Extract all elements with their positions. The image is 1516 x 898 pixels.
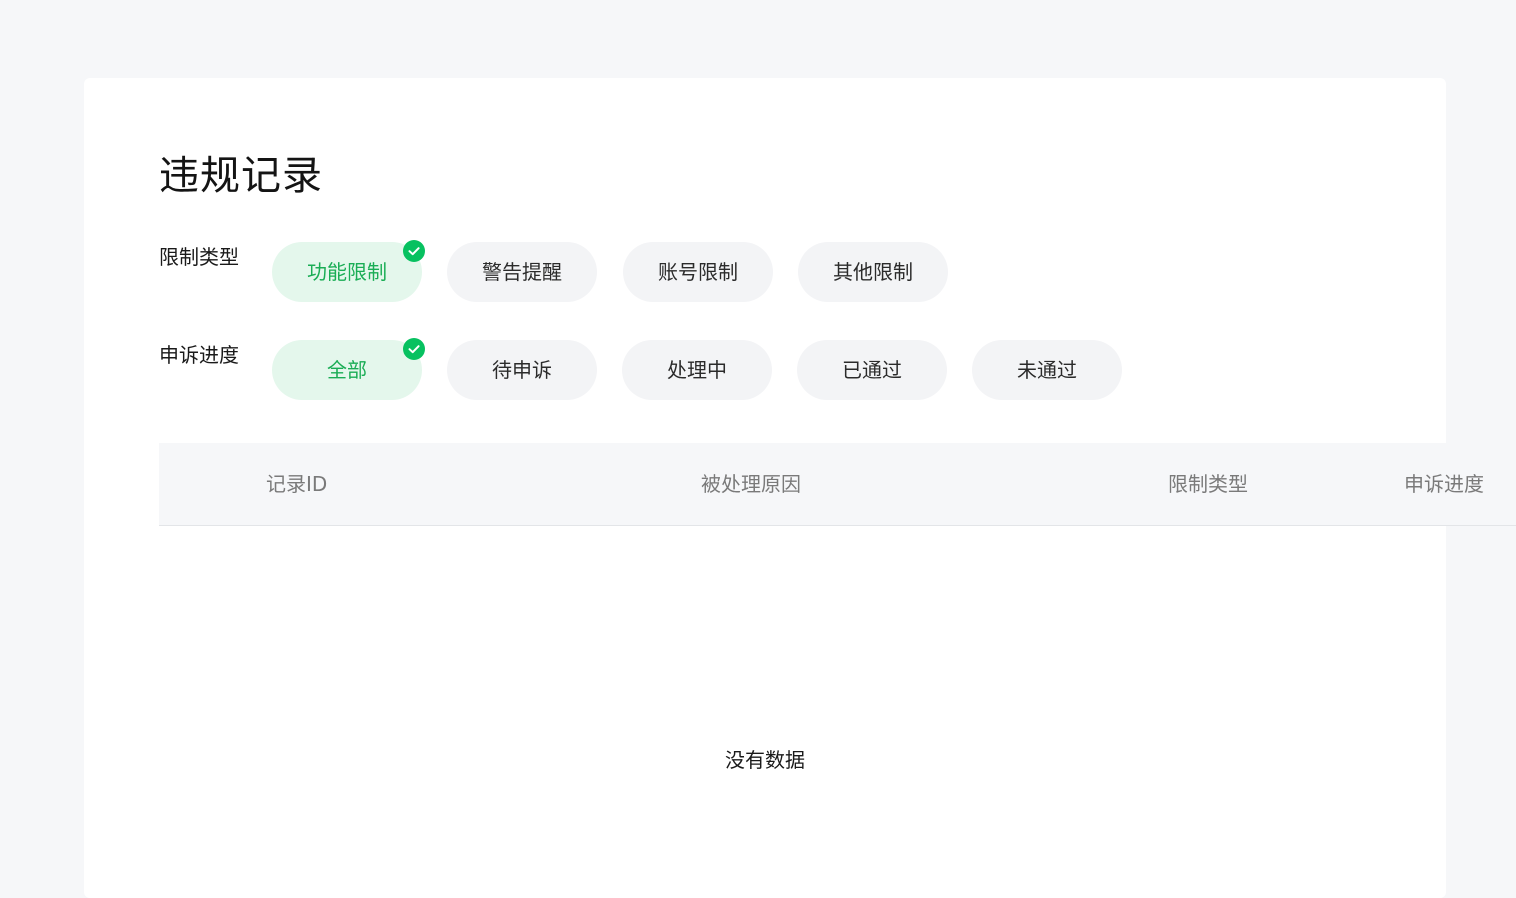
chip-label: 全部 bbox=[327, 358, 367, 382]
chip-all[interactable]: 全部 bbox=[272, 338, 425, 400]
check-circle-icon bbox=[403, 240, 425, 262]
chip-function-restriction[interactable]: 功能限制 bbox=[272, 240, 425, 302]
chip-account-restriction[interactable]: 账号限制 bbox=[623, 242, 773, 302]
records-table-header: 记录ID 被处理原因 限制类型 申诉进度 bbox=[159, 443, 1516, 526]
chip-label: 未通过 bbox=[1017, 358, 1077, 382]
chip-other-restriction[interactable]: 其他限制 bbox=[798, 242, 948, 302]
column-header-restriction-type: 限制类型 bbox=[1168, 472, 1248, 496]
chip-pending-appeal[interactable]: 待申诉 bbox=[447, 340, 597, 400]
chip-label: 待申诉 bbox=[492, 358, 552, 382]
chip-label: 警告提醒 bbox=[482, 260, 562, 284]
chip-processing[interactable]: 处理中 bbox=[622, 340, 772, 400]
chip-warning-reminder[interactable]: 警告提醒 bbox=[447, 242, 597, 302]
page-title: 违规记录 bbox=[159, 153, 323, 199]
empty-state-text: 没有数据 bbox=[725, 748, 805, 772]
appeal-progress-label: 申诉进度 bbox=[159, 343, 239, 367]
chip-label: 处理中 bbox=[667, 358, 727, 382]
restriction-type-label: 限制类型 bbox=[159, 245, 239, 269]
check-circle-icon bbox=[403, 338, 425, 360]
chip-rejected[interactable]: 未通过 bbox=[972, 340, 1122, 400]
chip-label: 其他限制 bbox=[833, 260, 913, 284]
chip-approved[interactable]: 已通过 bbox=[797, 340, 947, 400]
column-header-reason: 被处理原因 bbox=[701, 472, 801, 496]
column-header-appeal-progress: 申诉进度 bbox=[1404, 472, 1484, 496]
chip-label: 已通过 bbox=[842, 358, 902, 382]
chip-label: 账号限制 bbox=[658, 260, 738, 284]
column-header-record-id: 记录ID bbox=[266, 472, 328, 496]
chip-label: 功能限制 bbox=[307, 260, 387, 284]
